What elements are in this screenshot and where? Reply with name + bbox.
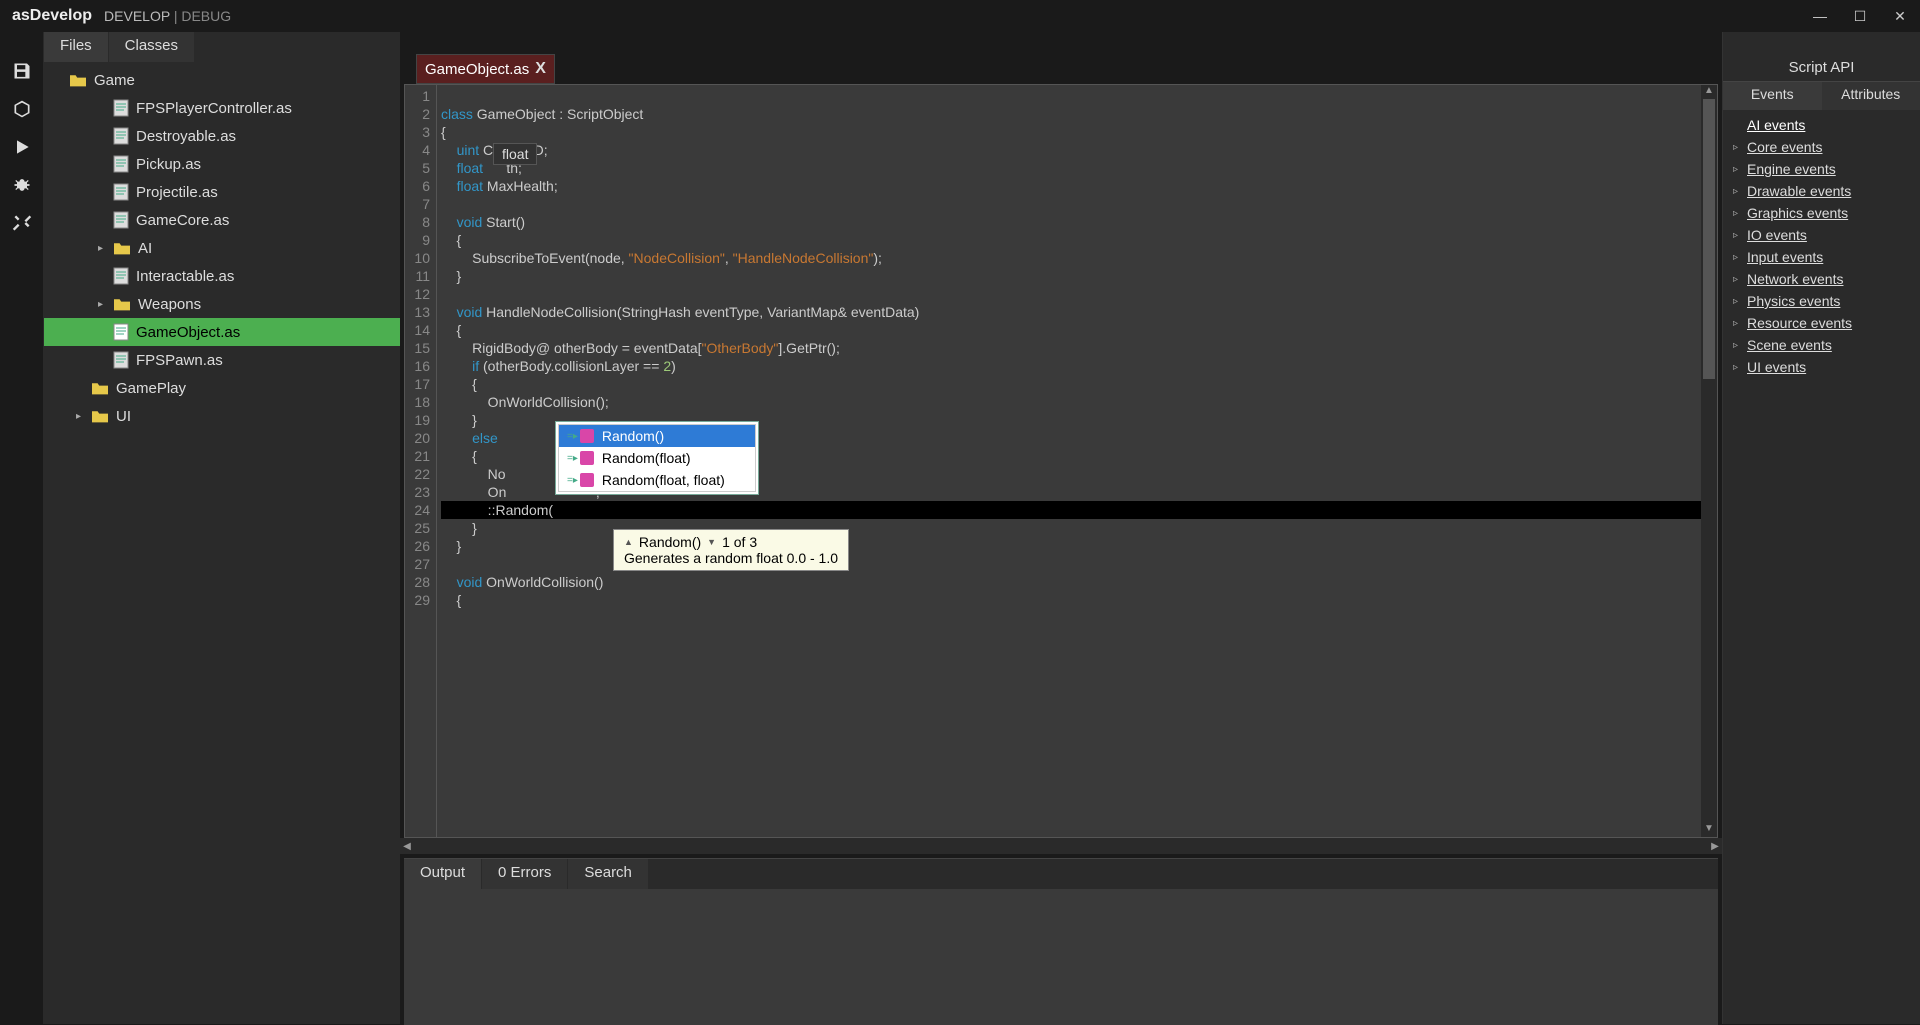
line-gutter: 1234567891011121314151617181920212223242…	[405, 85, 437, 837]
tree-folder-root[interactable]: Game	[44, 66, 400, 94]
signature-title: Random()	[639, 534, 701, 550]
signature-description: Generates a random float 0.0 - 1.0	[624, 550, 838, 566]
tree-folder[interactable]: GamePlay	[44, 374, 400, 402]
tree-file[interactable]: Projectile.as	[44, 178, 400, 206]
script-api-panel: Script API Events Attributes AI events ▹…	[1722, 32, 1920, 1024]
event-category[interactable]: ▹Input events	[1723, 246, 1920, 268]
editor-tab-label: GameObject.as	[425, 61, 529, 78]
hover-tooltip: float	[493, 143, 537, 165]
autocomplete-item[interactable]: =▸Random(float)	[559, 447, 755, 469]
cube-icon[interactable]	[0, 90, 43, 128]
tab-files[interactable]: Files	[44, 32, 108, 62]
tree-file[interactable]: GameCore.as	[44, 206, 400, 234]
autocomplete-item[interactable]: =▸Random()	[559, 425, 755, 447]
file-tree[interactable]: Game FPSPlayerController.as Destroyable.…	[44, 62, 400, 434]
close-icon[interactable]: X	[535, 60, 546, 78]
tree-file[interactable]: Pickup.as	[44, 150, 400, 178]
event-category[interactable]: ▹Scene events	[1723, 334, 1920, 356]
minimize-button[interactable]: —	[1800, 0, 1840, 32]
editor-tabs: GameObject.as X	[400, 54, 1722, 84]
horizontal-scrollbar[interactable]: ◀▶	[400, 838, 1722, 854]
mode-tabs[interactable]: DEVELOP | DEBUG	[104, 8, 231, 24]
save-icon[interactable]	[0, 52, 43, 90]
tree-folder[interactable]: ▸Weapons	[44, 290, 400, 318]
event-category[interactable]: ▹Drawable events	[1723, 180, 1920, 202]
tree-folder[interactable]: ▸UI	[44, 402, 400, 430]
play-icon[interactable]	[0, 128, 43, 166]
signature-tooltip: ▲ Random() ▼ 1 of 3 Generates a random f…	[613, 529, 849, 571]
tree-file[interactable]: FPSPlayerController.as	[44, 94, 400, 122]
app-title: asDevelop	[12, 7, 92, 25]
signature-prev-icon[interactable]: ▲	[624, 537, 633, 547]
tree-file[interactable]: GameObject.as	[44, 318, 400, 346]
title-bar: asDevelop DEVELOP | DEBUG — ☐ ✕	[0, 0, 1920, 32]
event-category[interactable]: ▹Resource events	[1723, 312, 1920, 334]
event-category[interactable]: ▹UI events	[1723, 356, 1920, 378]
tool-sidebar	[0, 32, 44, 1024]
tab-events[interactable]: Events	[1723, 82, 1822, 110]
event-category[interactable]: AI events	[1723, 114, 1920, 136]
close-button[interactable]: ✕	[1880, 0, 1920, 32]
event-category[interactable]: ▹IO events	[1723, 224, 1920, 246]
file-tree-panel: Files Classes Game FPSPlayerController.a…	[44, 32, 400, 1024]
editor-area: GameObject.as X 123456789101112131415161…	[400, 32, 1722, 1024]
maximize-button[interactable]: ☐	[1840, 0, 1880, 32]
editor-tab-gameobject[interactable]: GameObject.as X	[416, 54, 555, 84]
bug-icon[interactable]	[0, 166, 43, 204]
left-panel-tabs: Files Classes	[44, 32, 400, 62]
tab-output[interactable]: Output	[404, 859, 481, 889]
tree-folder[interactable]: ▸AI	[44, 234, 400, 262]
bottom-panel: Output 0 Errors Search	[404, 858, 1718, 1024]
autocomplete-popup[interactable]: =▸Random() =▸Random(float) =▸Random(floa…	[555, 421, 759, 495]
tab-attributes[interactable]: Attributes	[1822, 82, 1920, 110]
event-category[interactable]: ▹Physics events	[1723, 290, 1920, 312]
window-controls: — ☐ ✕	[1800, 0, 1920, 32]
event-category[interactable]: ▹Core events	[1723, 136, 1920, 158]
tab-search[interactable]: Search	[568, 859, 648, 889]
tab-errors[interactable]: 0 Errors	[482, 859, 567, 889]
tree-file[interactable]: FPSPawn.as	[44, 346, 400, 374]
code-editor[interactable]: 1234567891011121314151617181920212223242…	[404, 84, 1718, 838]
tree-file[interactable]: Destroyable.as	[44, 122, 400, 150]
signature-next-icon[interactable]: ▼	[707, 537, 716, 547]
output-content[interactable]	[404, 889, 1718, 1025]
tree-file[interactable]: Interactable.as	[44, 262, 400, 290]
events-list[interactable]: AI events ▹Core events ▹Engine events ▹D…	[1723, 110, 1920, 382]
event-category[interactable]: ▹Graphics events	[1723, 202, 1920, 224]
tab-classes[interactable]: Classes	[109, 32, 194, 62]
right-panel-header: Script API	[1723, 54, 1920, 82]
tools-icon[interactable]	[0, 204, 43, 242]
event-category[interactable]: ▹Engine events	[1723, 158, 1920, 180]
autocomplete-item[interactable]: =▸Random(float, float)	[559, 469, 755, 491]
event-category[interactable]: ▹Network events	[1723, 268, 1920, 290]
vertical-scrollbar[interactable]: ▲▼	[1701, 85, 1717, 837]
signature-counter: 1 of 3	[722, 534, 757, 550]
